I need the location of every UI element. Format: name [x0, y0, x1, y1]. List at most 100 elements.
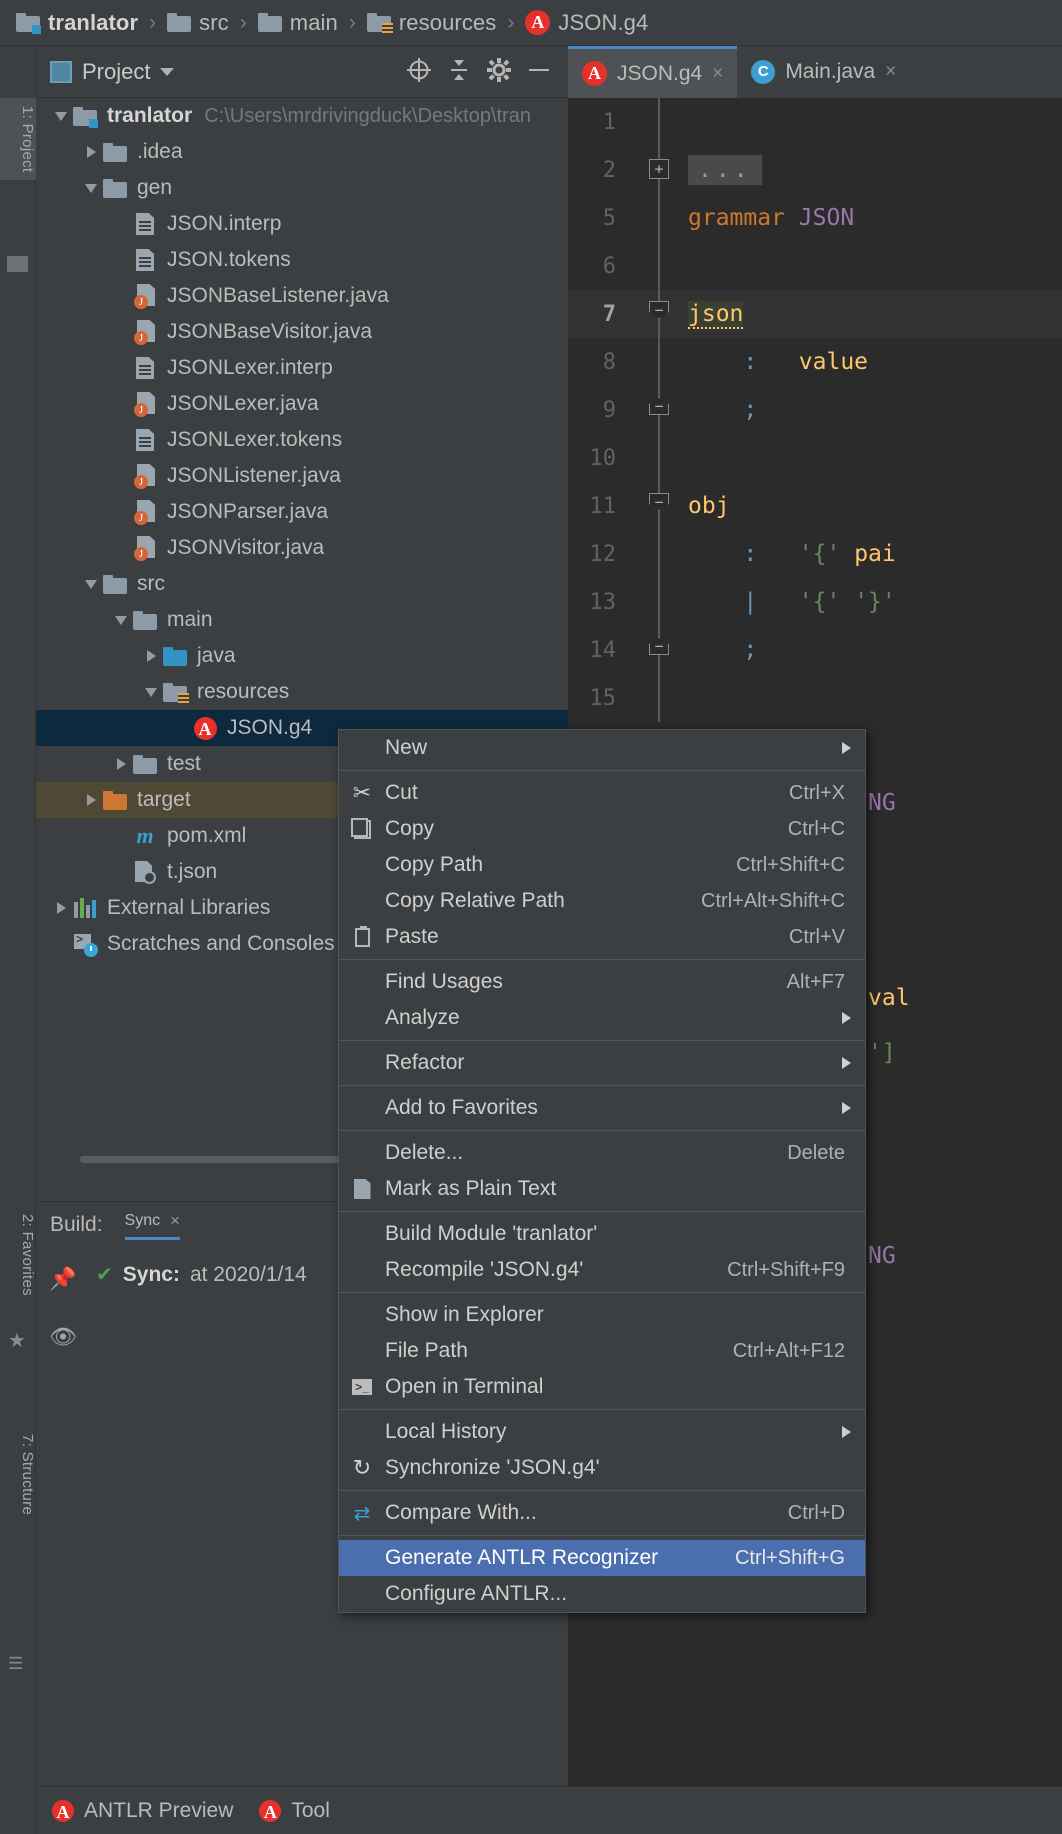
tree-node-tranlator[interactable]: tranlator C:\Users\mrdrivingduck\Desktop\…: [36, 98, 568, 134]
fold-end-icon[interactable]: −: [649, 637, 669, 655]
menu-item-copy-relative-path[interactable]: Copy Relative Path Ctrl+Alt+Shift+C: [339, 883, 865, 919]
code-line[interactable]: 2 +...: [568, 146, 1062, 194]
chevron-right-icon[interactable]: [140, 650, 162, 662]
fold-gutter[interactable]: [630, 242, 688, 290]
bottom-item-antlr-preview[interactable]: ANTLR Preview: [52, 1799, 233, 1823]
menu-item-copy[interactable]: Copy Ctrl+C: [339, 811, 865, 847]
tree-node-jsonlexer-interp[interactable]: JSONLexer.interp: [36, 350, 568, 386]
fold-gutter[interactable]: +: [630, 146, 688, 194]
breadcrumb-item-main[interactable]: main: [256, 0, 340, 46]
code-line[interactable]: 11 − obj: [568, 482, 1062, 530]
code-line[interactable]: 6: [568, 242, 1062, 290]
fold-gutter[interactable]: [630, 674, 688, 722]
tree-node-jsonvisitor-java[interactable]: J JSONVisitor.java: [36, 530, 568, 566]
fold-gutter[interactable]: −: [630, 386, 688, 434]
menu-item-delete[interactable]: Delete... Delete: [339, 1135, 865, 1171]
menu-item-copy-path[interactable]: Copy Path Ctrl+Shift+C: [339, 847, 865, 883]
code-line[interactable]: 5 grammar JSON: [568, 194, 1062, 242]
collapse-fold-icon[interactable]: −: [649, 493, 669, 511]
sidebar-item-favorites[interactable]: 2: Favorites: [0, 1206, 36, 1304]
fold-end-icon[interactable]: −: [649, 397, 669, 415]
tab-json-g4[interactable]: JSON.g4 ×: [568, 46, 738, 98]
close-icon[interactable]: ×: [712, 63, 723, 85]
horizontal-scrollbar[interactable]: [80, 1156, 376, 1163]
chevron-down-icon[interactable]: [50, 112, 72, 121]
context-menu[interactable]: New ✂ Cut Ctrl+X Copy Ctrl+C Copy Path Ctrl+Shi…: [338, 729, 866, 1613]
menu-item-paste[interactable]: Paste Ctrl+V: [339, 919, 865, 955]
chevron-down-icon[interactable]: [160, 67, 175, 76]
tree-node-jsonlexer-tokens[interactable]: JSONLexer.tokens: [36, 422, 568, 458]
menu-item-analyze[interactable]: Analyze: [339, 1000, 865, 1036]
tree-node-resources[interactable]: resources: [36, 674, 568, 710]
breadcrumb-item-json-g4[interactable]: JSON.g4: [523, 0, 650, 46]
tree-node-jsonbaselistener-java[interactable]: J JSONBaseListener.java: [36, 278, 568, 314]
chevron-right-icon[interactable]: [110, 758, 132, 770]
tree-node-json-tokens[interactable]: JSON.tokens: [36, 242, 568, 278]
project-view-selector[interactable]: Project: [50, 59, 175, 85]
fold-gutter[interactable]: [630, 578, 688, 626]
menu-item-show-in-explorer[interactable]: Show in Explorer: [339, 1297, 865, 1333]
close-icon[interactable]: ×: [170, 1211, 180, 1231]
chevron-down-icon[interactable]: [80, 184, 102, 193]
menu-item-add-to-favorites[interactable]: Add to Favorites: [339, 1090, 865, 1126]
code-line[interactable]: 13 | '{' '}': [568, 578, 1062, 626]
code-line[interactable]: 9 − ;: [568, 386, 1062, 434]
code-line[interactable]: 8 : value: [568, 338, 1062, 386]
menu-item-mark-as-plain-text[interactable]: Mark as Plain Text: [339, 1171, 865, 1207]
tree-node-json-interp[interactable]: JSON.interp: [36, 206, 568, 242]
tree-node-java[interactable]: java: [36, 638, 568, 674]
tree-node-jsonbasevisitor-java[interactable]: J JSONBaseVisitor.java: [36, 314, 568, 350]
locate-icon[interactable]: [404, 55, 438, 89]
chevron-down-icon[interactable]: [110, 616, 132, 625]
menu-item-build-module-tranlator[interactable]: Build Module 'tranlator': [339, 1216, 865, 1252]
code-line[interactable]: 7 − json: [568, 290, 1062, 338]
collapse-fold-icon[interactable]: −: [649, 301, 669, 319]
bottom-item-tool[interactable]: Tool: [259, 1799, 330, 1823]
menu-item-local-history[interactable]: Local History: [339, 1414, 865, 1450]
chevron-right-icon[interactable]: [80, 146, 102, 158]
sidebar-item-project[interactable]: 1: Project: [0, 98, 36, 181]
menu-item-cut[interactable]: ✂ Cut Ctrl+X: [339, 775, 865, 811]
eye-icon[interactable]: 👁: [36, 1308, 90, 1366]
chevron-right-icon[interactable]: [80, 794, 102, 806]
tree-node-jsonlexer-java[interactable]: J JSONLexer.java: [36, 386, 568, 422]
menu-item-generate-antlr-recognizer[interactable]: Generate ANTLR Recognizer Ctrl+Shift+G: [339, 1540, 865, 1576]
code-line[interactable]: 15: [568, 674, 1062, 722]
menu-item-open-in-terminal[interactable]: >_ Open in Terminal: [339, 1369, 865, 1405]
fold-gutter[interactable]: [630, 338, 688, 386]
menu-item-refactor[interactable]: Refactor: [339, 1045, 865, 1081]
chevron-down-icon[interactable]: [140, 688, 162, 697]
tree-node-main[interactable]: main: [36, 602, 568, 638]
menu-item-compare-with[interactable]: ⇄ Compare With... Ctrl+D: [339, 1495, 865, 1531]
fold-gutter[interactable]: −: [630, 482, 688, 530]
code-line[interactable]: 10: [568, 434, 1062, 482]
menu-item-find-usages[interactable]: Find Usages Alt+F7: [339, 964, 865, 1000]
fold-gutter[interactable]: [630, 530, 688, 578]
tree-node-jsonlistener-java[interactable]: J JSONListener.java: [36, 458, 568, 494]
fold-gutter[interactable]: [630, 434, 688, 482]
fold-gutter[interactable]: [630, 194, 688, 242]
breadcrumb-item-resources[interactable]: resources: [365, 0, 499, 46]
fold-gutter[interactable]: −: [630, 290, 688, 338]
chevron-right-icon[interactable]: [50, 902, 72, 914]
fold-gutter[interactable]: [630, 98, 688, 146]
menu-item-configure-antlr[interactable]: Configure ANTLR...: [339, 1576, 865, 1612]
code-line[interactable]: 14 − ;: [568, 626, 1062, 674]
tab-sync[interactable]: Sync ×: [124, 1211, 181, 1240]
tree-node-idea[interactable]: .idea: [36, 134, 568, 170]
fold-gutter[interactable]: −: [630, 626, 688, 674]
chevron-down-icon[interactable]: [80, 580, 102, 589]
collapse-all-icon[interactable]: [444, 55, 478, 89]
menu-item-new[interactable]: New: [339, 730, 865, 766]
tab-main-java[interactable]: Main.java ×: [737, 46, 910, 98]
gear-icon[interactable]: [484, 55, 518, 89]
tree-node-gen[interactable]: gen: [36, 170, 568, 206]
expand-fold-icon[interactable]: +: [649, 159, 669, 179]
menu-item-recompile-json-g4[interactable]: Recompile 'JSON.g4' Ctrl+Shift+F9: [339, 1252, 865, 1288]
code-line[interactable]: 1: [568, 98, 1062, 146]
close-icon[interactable]: ×: [885, 61, 896, 83]
breadcrumb-item-src[interactable]: src: [165, 0, 231, 46]
minimize-icon[interactable]: [524, 55, 558, 89]
tree-node-jsonparser-java[interactable]: J JSONParser.java: [36, 494, 568, 530]
code-line[interactable]: 12 : '{' pai: [568, 530, 1062, 578]
